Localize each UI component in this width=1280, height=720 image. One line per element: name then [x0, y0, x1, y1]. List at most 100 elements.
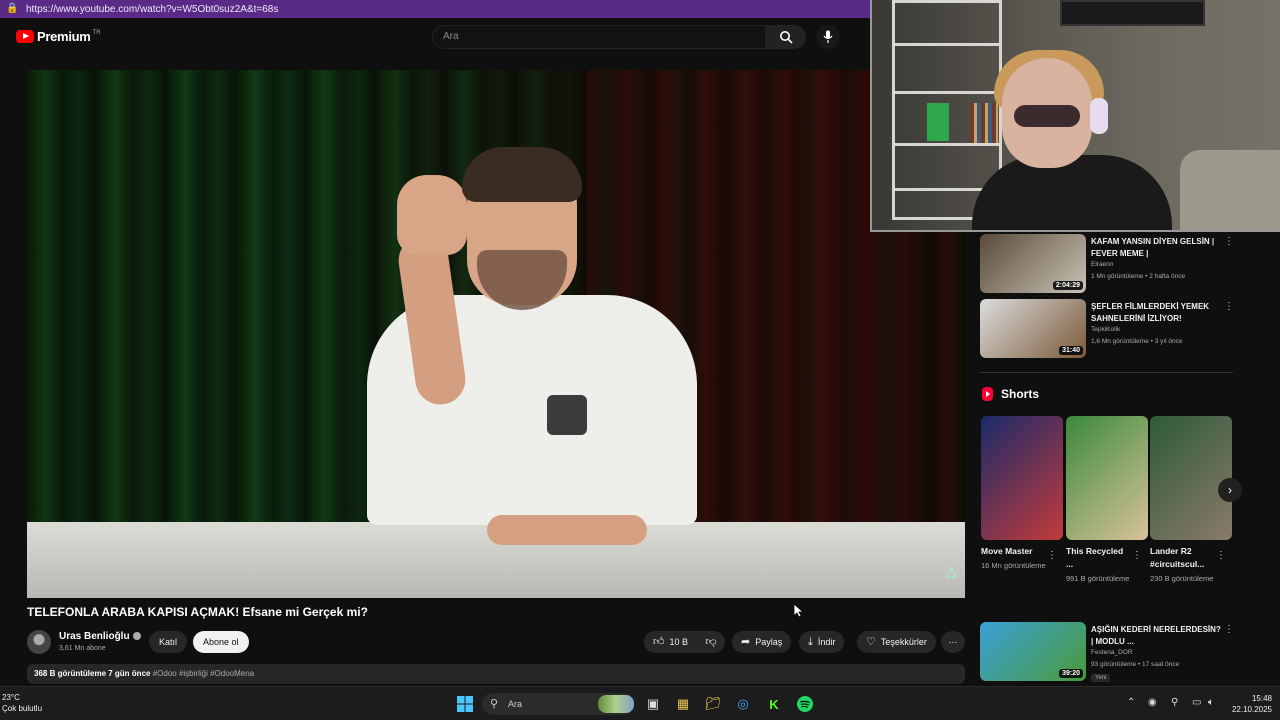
shelf-green-box [927, 103, 949, 141]
display-tray-icon[interactable]: ▭ [1192, 697, 1201, 708]
microphone-icon [823, 30, 833, 43]
video-actions-row: Uras Benlioğlu 3,61 Mn abone Katıl Abone… [27, 627, 965, 657]
recommended-title[interactable]: ŞEFLER FİLMLERDEKİ YEMEK SAHNELERİNİ İZL… [1091, 301, 1221, 325]
share-button[interactable]: ➦ Paylaş [732, 631, 792, 653]
recommended-video[interactable]: 39:20 AŞIĞIN KEDERİ NERELERDESİN? | MODL… [980, 622, 1240, 682]
channel-name-text[interactable]: Uras Benlioğlu [59, 631, 130, 642]
address-bar[interactable]: 🔒 https://www.youtube.com/watch?v=W5Obt0… [0, 0, 870, 18]
file-explorer-icon[interactable]: 📁︎ [704, 695, 722, 713]
description-tags[interactable]: #Odoo #işbirliği #OdooMena [153, 669, 254, 678]
shelf-board [895, 43, 999, 46]
channel-avatar[interactable] [27, 630, 51, 654]
recommended-meta: 1 Mn görüntüleme • 2 hafta önce [1091, 273, 1186, 280]
youtube-play-icon [16, 30, 34, 43]
video-player[interactable]: △ [27, 70, 965, 598]
screen: 🔒 https://www.youtube.com/watch?v=W5Obt0… [0, 0, 1280, 720]
download-button[interactable]: ⤓ İndir [799, 631, 845, 653]
kebab-menu-icon[interactable]: ⋮ [1216, 550, 1226, 561]
taskbar-clock[interactable]: 15:48 22.10.2025 [1232, 693, 1272, 715]
url-text[interactable]: https://www.youtube.com/watch?v=W5Obt0su… [26, 4, 278, 15]
thanks-button[interactable]: ♡ Teşekkürler [857, 631, 936, 653]
search-highlight-image [598, 695, 634, 713]
channel-name[interactable]: Uras Benlioğlu [59, 631, 141, 642]
video-thumbnail[interactable]: 31:40 [980, 299, 1086, 358]
video-thumbnail[interactable]: 39:20 [980, 622, 1086, 681]
taskbar-search-label: Ara [508, 699, 523, 709]
search-input[interactable]: Ara [432, 25, 766, 49]
windows-start-icon[interactable] [456, 695, 474, 713]
short-card[interactable]: Move Master 16 Mn görüntüleme ⋮ [981, 416, 1063, 572]
video-title: TELEFONLA ARABA KAPISI AÇMAK! Efsane mi … [27, 605, 368, 619]
chevron-right-icon[interactable]: › [1218, 478, 1242, 502]
youtube-logo[interactable]: Premium TR [16, 29, 101, 44]
webcam-tv [1060, 0, 1205, 26]
tray-chevron-up-icon[interactable]: ⌃ [1127, 697, 1135, 708]
volume-icon[interactable]: 🔈︎ [1208, 697, 1214, 708]
short-thumbnail[interactable] [981, 416, 1063, 540]
shorts-icon [982, 387, 993, 401]
spotify-icon[interactable] [796, 695, 814, 713]
headset-icon [1090, 98, 1108, 134]
short-title[interactable]: Move Master [981, 545, 1047, 558]
kebab-menu-icon[interactable]: ⋮ [1224, 236, 1234, 247]
more-dots-icon: ⋯ [948, 637, 958, 647]
description-box[interactable]: 368 B görüntüleme 7 gün önce #Odoo #işbi… [27, 664, 965, 684]
short-thumbnail[interactable] [1150, 416, 1232, 540]
kebab-menu-icon[interactable]: ⋮ [1132, 550, 1142, 561]
short-thumbnail[interactable] [1066, 416, 1148, 540]
windows-taskbar: 23°C Çok bulutlu ⚲ Ara ▣ ▦ 📁︎ ◎ K ⌃ ◉ ⚲ … [0, 686, 1280, 720]
short-views: 230 B görüntüleme [1150, 574, 1214, 583]
subscribe-button[interactable]: Abone ol [193, 631, 249, 653]
search-icon: ⚲ [490, 698, 499, 710]
webcam-overlay [870, 0, 1280, 232]
recommended-video[interactable]: 2:04:29 KAFAM YANSIN DİYEN GELSİN | FEVE… [980, 234, 1240, 294]
recommended-title[interactable]: KAFAM YANSIN DİYEN GELSİN | FEVER MEME | [1091, 236, 1221, 260]
kebab-menu-icon[interactable]: ⋮ [1224, 301, 1234, 312]
weather-condition: Çok bulutlu [2, 704, 43, 713]
discord-tray-icon[interactable]: ◉ [1148, 697, 1157, 708]
edge-browser-icon[interactable]: ◎ [734, 695, 752, 713]
clock-time: 15:48 [1251, 694, 1272, 703]
webcam-sofa [1180, 150, 1280, 230]
task-view-icon[interactable]: ▣ [644, 695, 662, 713]
dislike-button[interactable]: 👎︎ [697, 631, 725, 653]
kick-icon[interactable]: K [765, 695, 783, 713]
search-button[interactable] [766, 25, 806, 49]
shirt-patch [547, 395, 587, 435]
verified-icon [132, 632, 141, 641]
more-actions-button[interactable]: ⋯ [941, 631, 965, 653]
recommended-channel[interactable]: Festena_DOR [1091, 649, 1133, 656]
recommended-channel[interactable]: Elraenn [1091, 261, 1113, 268]
channel-watermark-icon[interactable]: △ [946, 563, 957, 580]
kebab-menu-icon[interactable]: ⋮ [1047, 550, 1057, 561]
weather-widget[interactable]: 23°C Çok bulutlu [2, 692, 42, 714]
subscriber-count: 3,61 Mn abone [59, 645, 106, 652]
short-views: 16 Mn görüntüleme [981, 561, 1046, 570]
recommended-channel[interactable]: TepkiKolik [1091, 326, 1120, 333]
thumbs-up-icon: 👍︎ [653, 636, 665, 648]
download-icon: ⤓ [808, 636, 813, 648]
video-thumbnail[interactable]: 2:04:29 [980, 234, 1086, 293]
share-arrow-icon: ➦ [741, 636, 751, 648]
weather-temp: 23°C [2, 693, 20, 702]
microphone-tray-icon[interactable]: ⚲ [1171, 697, 1178, 708]
short-card[interactable]: This Recycled ... 991 B görüntüleme ⋮ [1066, 416, 1148, 585]
join-button[interactable]: Katıl [149, 631, 188, 653]
country-code: TR [92, 29, 101, 36]
description-stats: 368 B görüntüleme 7 gün önce [34, 669, 151, 678]
streamer-face-paint [1014, 105, 1080, 127]
short-card[interactable]: Lander R2 #circuitscul... 230 B görüntül… [1150, 416, 1232, 585]
voice-search-button[interactable] [816, 25, 840, 49]
video-duration: 2:04:29 [1052, 281, 1083, 290]
shorts-heading: Shorts [982, 387, 1039, 401]
download-label: İndir [817, 637, 836, 647]
kebab-menu-icon[interactable]: ⋮ [1224, 624, 1234, 635]
taskbar-search[interactable]: ⚲ Ara [482, 693, 634, 715]
store-icon[interactable]: ▦ [674, 695, 692, 713]
divider [980, 372, 1233, 373]
short-title[interactable]: This Recycled ... [1066, 545, 1132, 571]
windows-logo [457, 696, 473, 712]
recommended-video[interactable]: 31:40 ŞEFLER FİLMLERDEKİ YEMEK SAHNELERİ… [980, 299, 1240, 359]
short-title[interactable]: Lander R2 #circuitscul... [1150, 545, 1216, 571]
recommended-title[interactable]: AŞIĞIN KEDERİ NERELERDESİN? | MODLU ... [1091, 624, 1221, 648]
